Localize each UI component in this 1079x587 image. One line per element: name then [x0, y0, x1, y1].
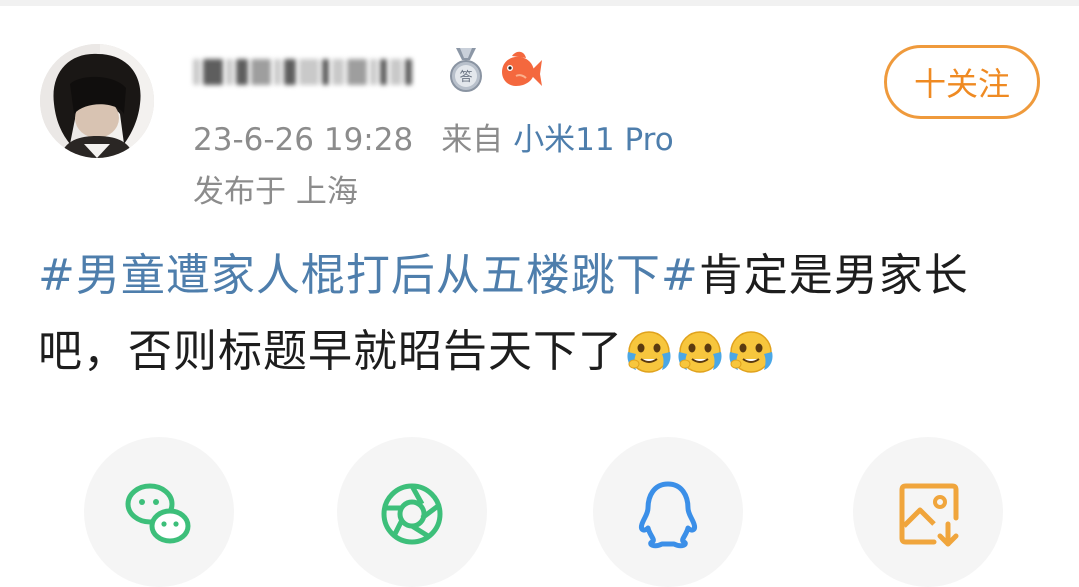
username-blur-block	[370, 59, 377, 85]
medal-icon[interactable]: 答	[446, 46, 486, 94]
username-blur-block	[405, 59, 412, 85]
crying-laugh-emoji	[678, 331, 722, 373]
post-meta: 23-6-26 19:28 来自 小米11 Pro	[193, 114, 674, 159]
post-location: 发布于 上海	[193, 174, 358, 210]
post-content: #男童遭家人棍打后从五楼跳下#肯定是男家长吧，否则标题早就昭告天下了	[38, 238, 1038, 390]
post-timestamp: 23-6-26 19:28	[193, 122, 414, 158]
hashtag-link[interactable]: #男童遭家人棍打后从五楼跳下#	[38, 250, 699, 301]
username-blur-block	[251, 59, 271, 85]
wechat-icon	[125, 483, 191, 544]
device-link[interactable]: 小米11 Pro	[513, 122, 673, 158]
username-blur-block	[274, 59, 281, 85]
source-prefix: 来自	[441, 122, 504, 158]
moments-icon	[381, 483, 443, 545]
username-blur-block	[322, 59, 329, 85]
username-blur-block	[347, 59, 367, 85]
username-blur-block	[299, 59, 319, 85]
username-blur-block	[236, 59, 248, 85]
username-blur-block	[380, 59, 387, 85]
username-blur-block	[226, 59, 233, 85]
svg-text:答: 答	[459, 69, 472, 85]
username-blur-block	[193, 59, 200, 85]
username[interactable]	[193, 52, 437, 92]
top-edge	[0, 0, 1079, 6]
koi-fish-icon[interactable]	[496, 48, 544, 92]
username-blur-block	[203, 59, 223, 85]
username-blur-block	[390, 59, 402, 85]
username-blur-block	[332, 59, 344, 85]
avatar[interactable]	[40, 44, 154, 158]
qq-icon	[639, 481, 697, 549]
follow-button[interactable]: 十关注	[884, 45, 1040, 119]
save-image-icon	[899, 483, 959, 547]
crying-laugh-emoji	[627, 331, 671, 373]
crying-laugh-emoji	[729, 331, 773, 373]
username-blur-block	[284, 59, 296, 85]
